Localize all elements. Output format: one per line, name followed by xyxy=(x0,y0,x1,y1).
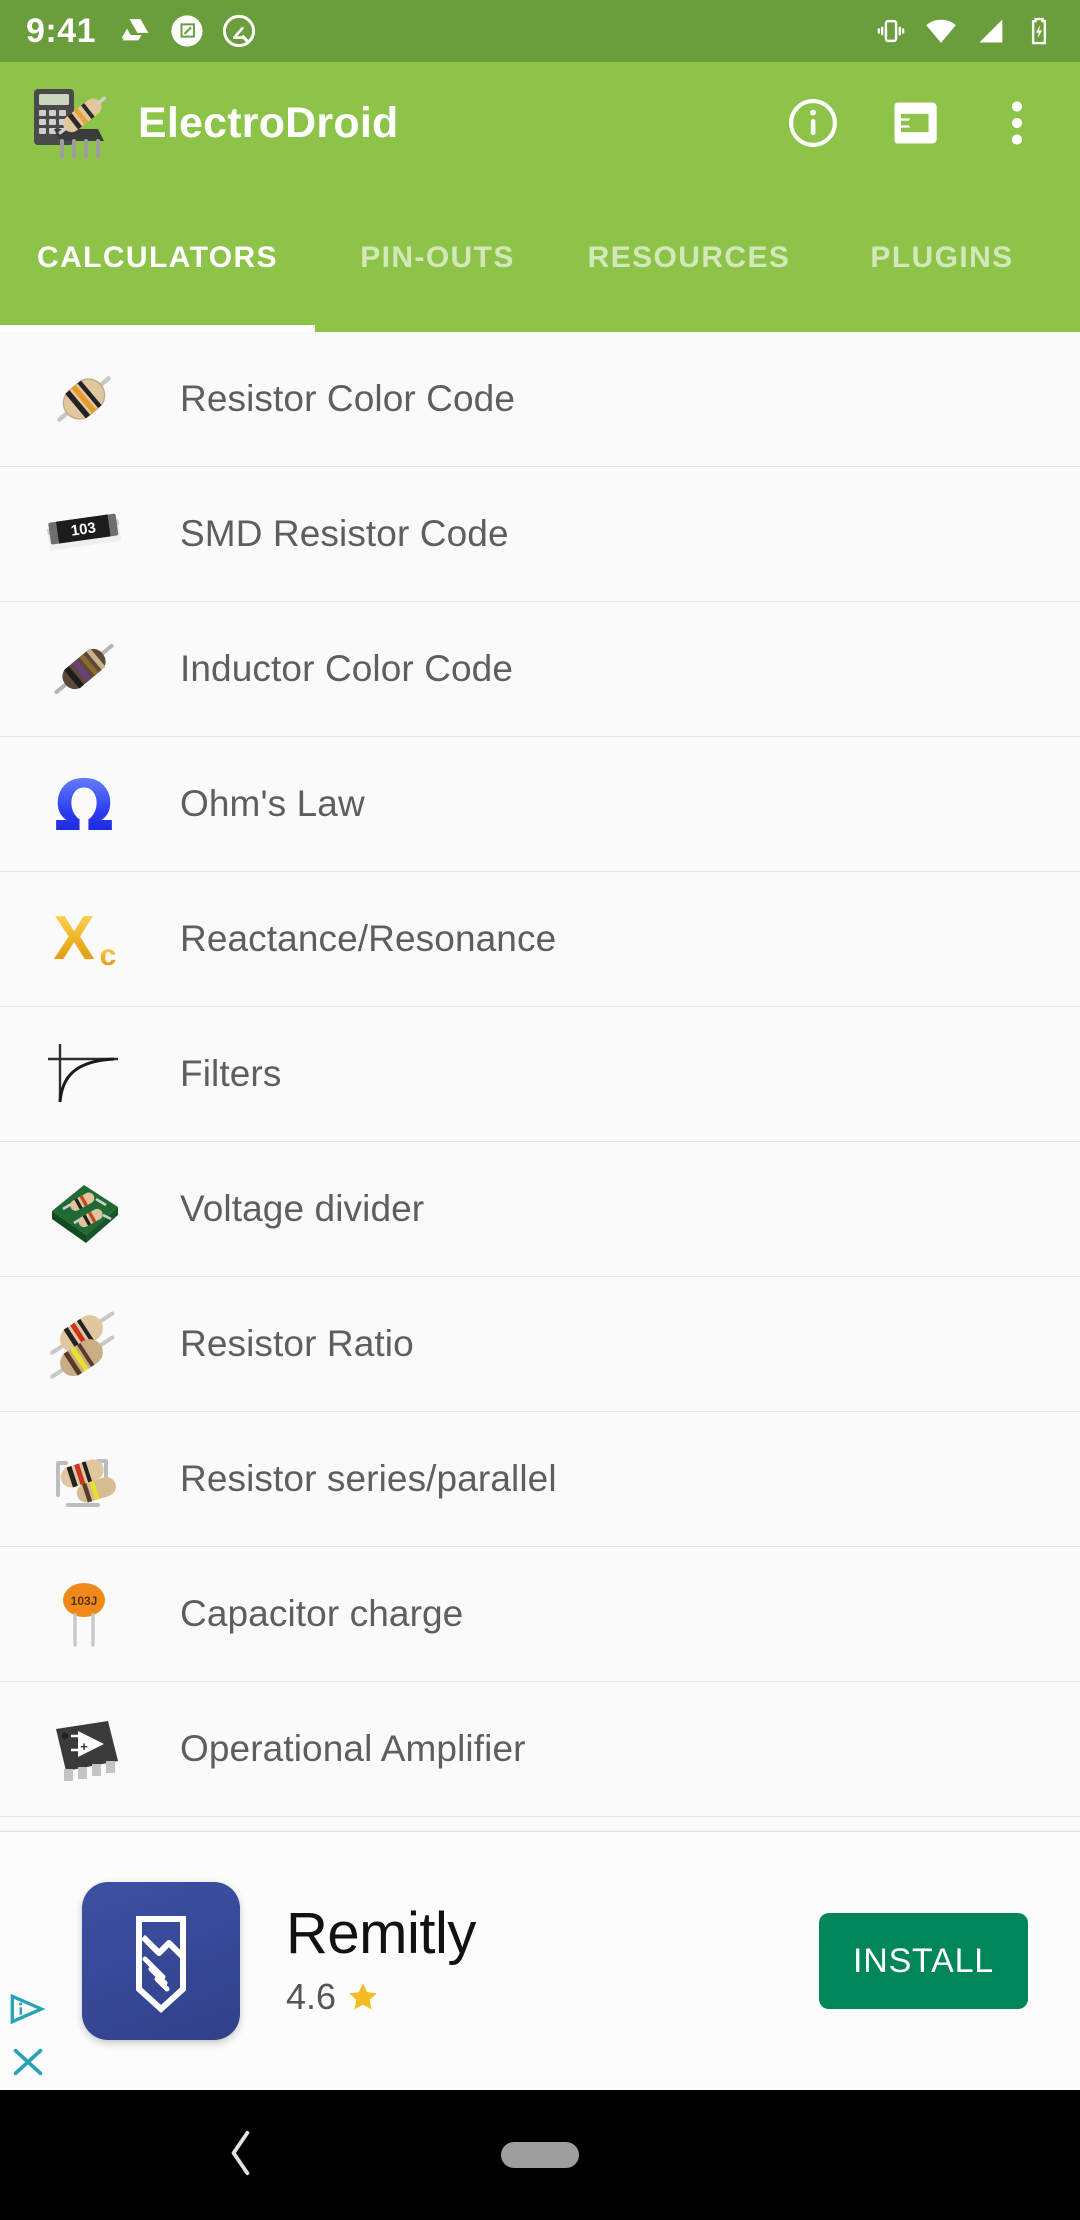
list-item[interactable]: Resistor Ratio xyxy=(0,1277,1080,1412)
list-item[interactable]: Resistor Color Code xyxy=(0,332,1080,467)
google-drive-icon xyxy=(121,19,149,41)
bent-resistors-icon xyxy=(38,1433,130,1525)
list-item-label: Operational Amplifier xyxy=(180,1728,526,1769)
install-button[interactable]: INSTALL xyxy=(818,1913,1028,2009)
battery-charging-icon xyxy=(1031,17,1047,45)
pcb-board-icon xyxy=(38,1163,130,1255)
list-item-label: Ohm's Law xyxy=(180,783,365,824)
two-resistors-icon xyxy=(38,1298,130,1390)
svg-text:c: c xyxy=(100,939,117,972)
list-item-label: Voltage divider xyxy=(180,1188,425,1229)
list-item[interactable]: X c Reactance/Resonance xyxy=(0,872,1080,1007)
calculator-resistor-logo xyxy=(24,77,116,169)
ad-rating-value: 4.6 xyxy=(286,1976,337,2018)
plug-connector-icon[interactable] xyxy=(886,94,944,152)
list-item[interactable]: Resistor series/parallel xyxy=(0,1412,1080,1547)
dip-opamp-icon: + xyxy=(38,1703,130,1795)
list-item[interactable]: Filters xyxy=(0,1007,1080,1142)
close-icon[interactable] xyxy=(8,2045,48,2084)
overflow-menu-icon[interactable] xyxy=(988,94,1046,152)
status-bar-clock: 9:41 xyxy=(26,11,97,50)
wifi-icon xyxy=(926,19,956,43)
tab-calculators[interactable]: CALCULATORS xyxy=(0,184,315,332)
list-item[interactable]: 103J Capacitor charge xyxy=(0,1547,1080,1682)
list-item-label: Resistor Ratio xyxy=(180,1323,414,1364)
adchoices-icon[interactable] xyxy=(8,1992,48,2031)
list-item[interactable]: 103 SMD Resistor Code xyxy=(0,467,1080,602)
list-item[interactable]: Ω Ohm's Law xyxy=(0,737,1080,872)
filter-curve-icon xyxy=(38,1028,130,1120)
status-bar-notification-icons xyxy=(118,14,256,48)
tab-plugins[interactable]: PLUGINS xyxy=(818,184,1066,332)
list-item[interactable]: Inductor Color Code xyxy=(0,602,1080,737)
status-bar: 9:41 xyxy=(0,0,1080,62)
inductor-icon xyxy=(38,623,130,715)
ad-text-block: Remitly 4.6 xyxy=(286,1900,476,2019)
smd-resistor-103-icon: 103 xyxy=(38,488,130,580)
home-pill-icon[interactable] xyxy=(501,2142,579,2168)
xc-reactance-icon: X c xyxy=(38,893,130,985)
tab-plugins-label: PLUGINS xyxy=(870,241,1014,274)
list-item-label: Inductor Color Code xyxy=(180,648,514,689)
svg-text:103: 103 xyxy=(70,519,97,539)
list-item-label: Resistor Color Code xyxy=(180,378,516,419)
cellular-signal-icon xyxy=(979,19,1003,43)
system-navigation-bar xyxy=(0,2090,1080,2220)
app-bar-top-row: ElectroDroid xyxy=(0,62,1080,184)
svg-text:X: X xyxy=(53,904,94,973)
screenshot-crop-icon xyxy=(171,15,203,47)
tab-resources-label: RESOURCES xyxy=(587,241,791,274)
list-item-label: Capacitor charge xyxy=(180,1593,464,1634)
list-item-label: Reactance/Resonance xyxy=(180,918,557,959)
vibrate-icon xyxy=(877,19,905,43)
svg-text:103J: 103J xyxy=(71,1594,98,1608)
tab-pin-outs[interactable]: PIN-OUTS xyxy=(315,184,560,332)
tab-calculators-label: CALCULATORS xyxy=(37,241,278,274)
tab-resources[interactable]: RESOURCES xyxy=(560,184,818,332)
page-title: ElectroDroid xyxy=(138,98,399,147)
calculators-list[interactable]: Resistor Color Code 103 SMD Resistor Cod… xyxy=(0,332,1080,1831)
list-item-label: SMD Resistor Code xyxy=(180,513,509,554)
list-item-label: Resistor series/parallel xyxy=(180,1458,557,1499)
android-q-icon xyxy=(222,14,256,48)
star-icon xyxy=(349,1983,377,2010)
ad-rating: 4.6 xyxy=(286,1976,476,2018)
ceramic-capacitor-icon: 103J xyxy=(38,1568,130,1660)
phone-screen: 9:41 ElectroDroid CALCULATORS PIN-OUTS R… xyxy=(0,0,1080,2220)
axial-resistor-icon xyxy=(38,353,130,445)
back-chevron-icon[interactable] xyxy=(218,2123,262,2188)
ad-choices-controls xyxy=(8,1992,48,2084)
svg-text:Ω: Ω xyxy=(54,765,114,847)
tab-pin-outs-label: PIN-OUTS xyxy=(360,241,515,274)
tab-active-indicator xyxy=(0,325,315,332)
omega-icon: Ω xyxy=(38,758,130,850)
list-item[interactable]: + Operational Amplifier xyxy=(0,1682,1080,1817)
info-icon[interactable] xyxy=(784,94,842,152)
tab-bar: CALCULATORS PIN-OUTS RESOURCES PLUGINS xyxy=(0,184,1080,332)
ad-app-icon[interactable] xyxy=(82,1882,240,2040)
status-bar-system-icons xyxy=(875,14,1054,48)
svg-text:+: + xyxy=(80,1739,88,1754)
list-item-label: Filters xyxy=(180,1053,282,1094)
ad-app-name: Remitly xyxy=(286,1900,476,1966)
list-item[interactable]: Voltage divider xyxy=(0,1142,1080,1277)
ad-banner[interactable]: Remitly 4.6 INSTALL xyxy=(0,1831,1080,2090)
app-bar-actions xyxy=(784,94,1056,152)
app-bar: ElectroDroid CALCULATORS PIN-OUTS RESOUR… xyxy=(0,62,1080,332)
